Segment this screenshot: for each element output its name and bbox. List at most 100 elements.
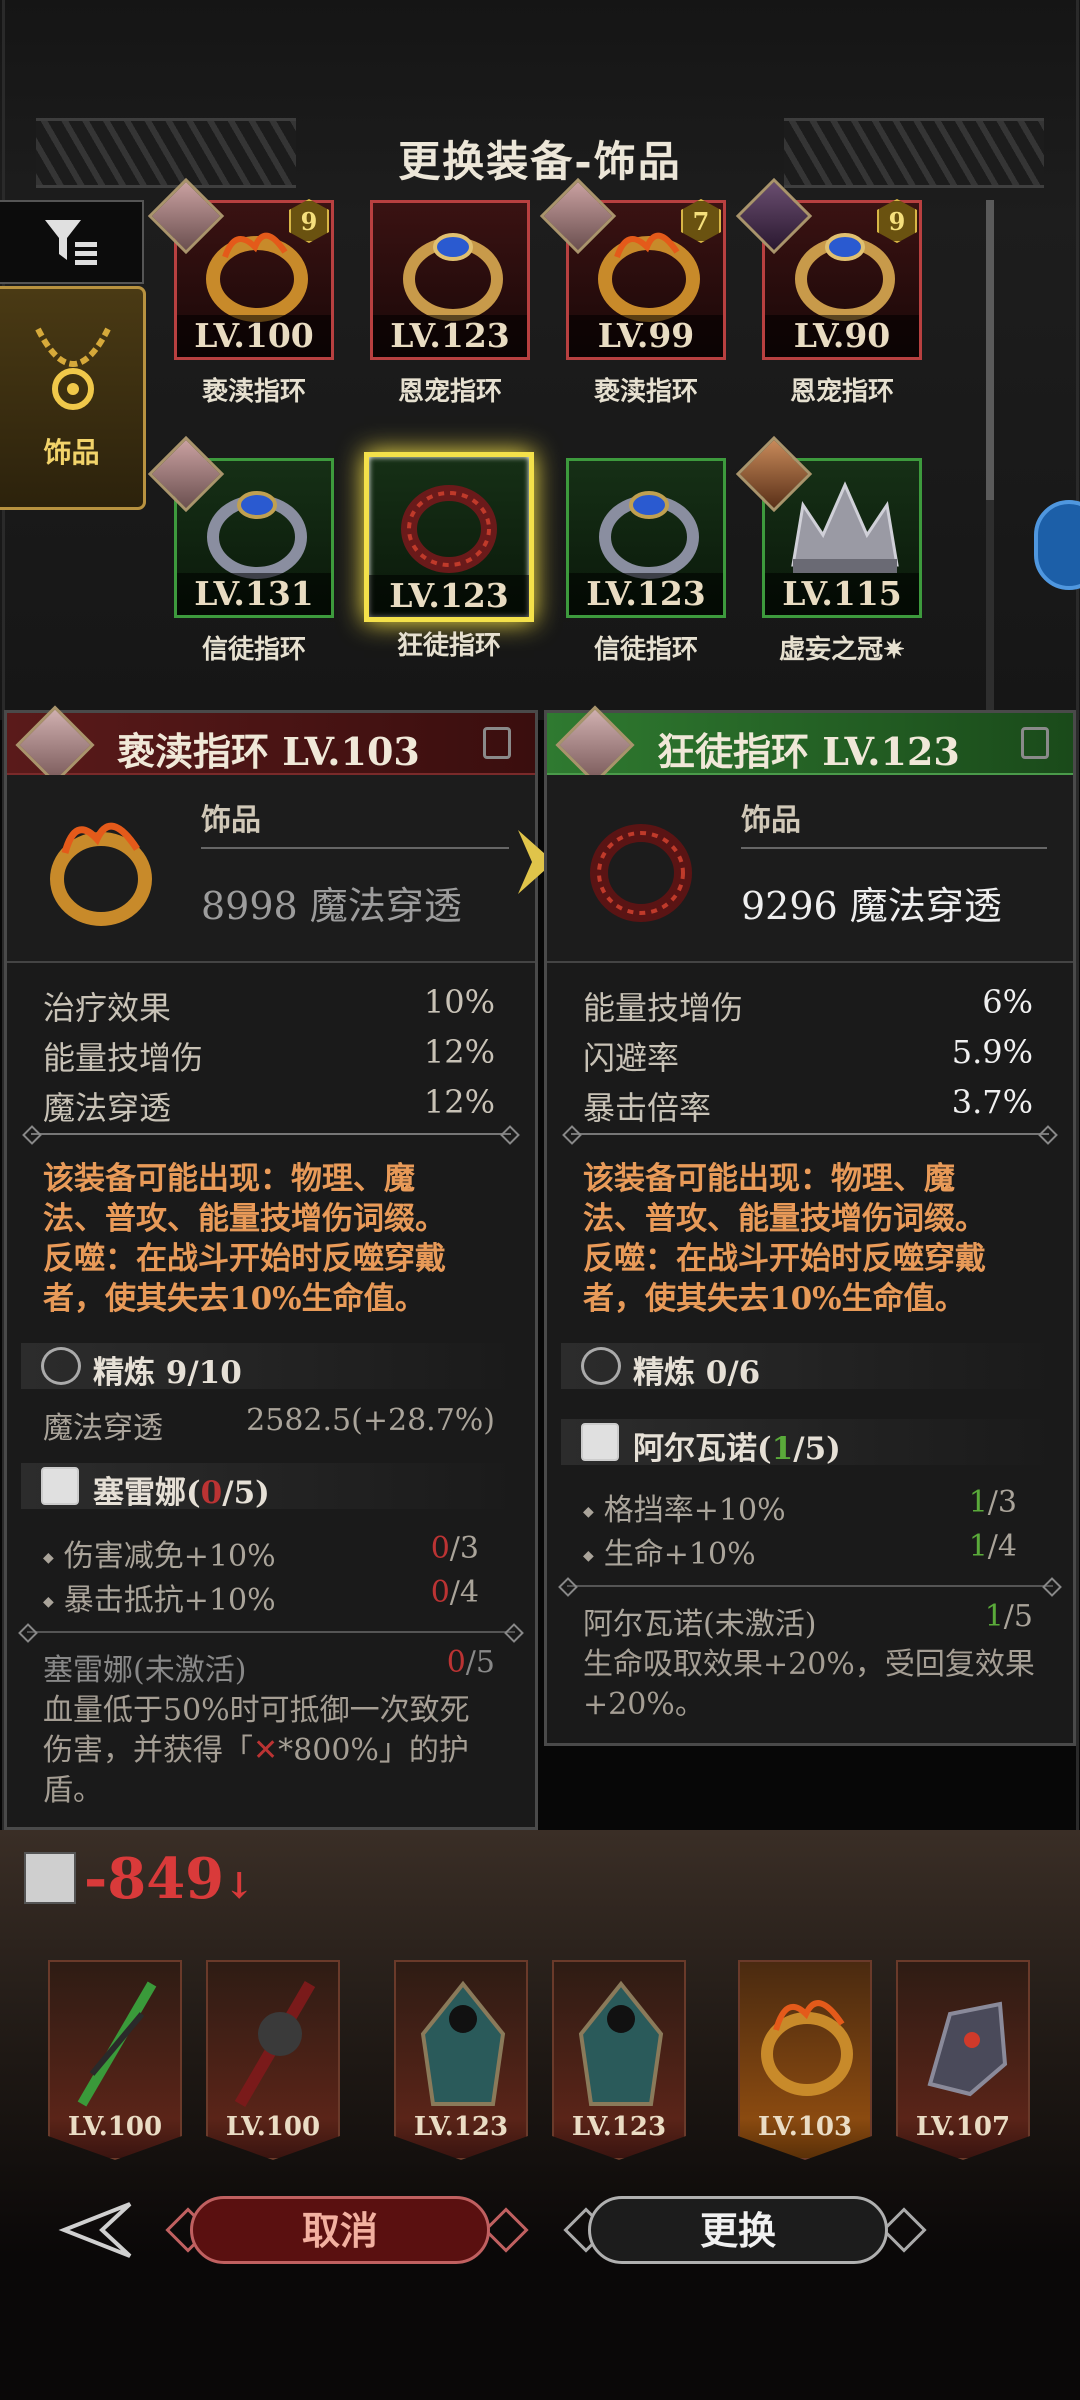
stat-label: 能量技增伤 <box>583 989 744 1027</box>
ring-icon <box>761 2000 853 2096</box>
power-change-number: -849 <box>84 1846 225 1912</box>
inventory-item[interactable]: LV.123 恩宠指环 <box>370 200 530 407</box>
owner-avatar <box>15 705 95 785</box>
set-bonus-label: 暴击抵抗+10% <box>63 1583 276 1618</box>
refine-label: 精炼 9/10 <box>93 1355 242 1391</box>
item-name: 恩宠指环 <box>397 377 502 407</box>
ring-icon <box>207 491 307 579</box>
inventory-item[interactable]: 9 LV.90 恩宠指环 <box>735 177 922 407</box>
inventory-item[interactable]: 9 LV.100 亵渎指环 <box>147 177 334 407</box>
candidate-equipment-title: 狂徒指环 LV.123 <box>657 729 960 774</box>
inventory-item[interactable]: LV.115 虚妄之冠✷ <box>735 435 922 665</box>
equipped-slot-boots[interactable]: LV.107 <box>896 1960 1030 2160</box>
inventory-scrollbar-thumb[interactable] <box>986 200 994 500</box>
stat-row: 治疗效果 10% <box>43 983 495 1029</box>
refine-section-header: 精炼 9/10 <box>21 1343 521 1391</box>
inventory-item[interactable]: LV.131 信徒指环 <box>147 435 334 665</box>
set-effect-line: 盾。 <box>43 1773 103 1808</box>
stat-row: 能量技增伤 12% <box>43 1033 495 1079</box>
inventory-item-selected[interactable]: LV.123 狂徒指环 <box>364 452 534 661</box>
lock-icon[interactable] <box>483 727 511 759</box>
set-bonus-row: 伤害减免+10% 0/3 <box>43 1531 479 1575</box>
set-portrait-icon <box>41 1467 79 1505</box>
power-crown-icon <box>24 1852 76 1904</box>
equipped-level: LV.107 <box>915 2112 1011 2142</box>
desc-line: 反噬：在战斗开始时反噬穿戴 <box>43 1241 446 1277</box>
set-effect-line: +20%。 <box>583 1687 705 1722</box>
set-status-need: /5 <box>1003 1599 1033 1634</box>
stat-value: 12% <box>423 1083 495 1121</box>
set-section-header: 塞雷娜(0/5) <box>21 1463 521 1511</box>
set-effect-line: 伤害，并获得「 <box>43 1733 253 1768</box>
power-change-value: -849↓ <box>84 1846 254 1912</box>
inventory-item[interactable]: 7 LV.99 亵渎指环 <box>539 177 726 407</box>
lock-icon[interactable] <box>1021 727 1049 759</box>
item-name: 恩宠指环 <box>789 377 894 407</box>
desc-line: 法、普攻、能量技增伤词缀。 <box>583 1201 986 1237</box>
stat-label: 能量技增伤 <box>43 1039 204 1077</box>
ring-icon <box>590 824 692 922</box>
divider <box>31 1133 511 1135</box>
item-level: LV.123 <box>373 315 527 357</box>
candidate-equipment-panel: 狂徒指环 LV.123 饰品 9296 魔法穿透 能量技增伤 6% 闪避率 5.9%… <box>544 705 1076 1746</box>
back-button[interactable] <box>56 2200 136 2260</box>
item-level: LV.131 <box>177 573 331 615</box>
replace-button[interactable]: 更换 <box>588 2196 888 2264</box>
set-name: 塞雷娜( <box>93 1475 201 1511</box>
side-floating-button[interactable] <box>1034 500 1080 590</box>
set-bonus-need: /4 <box>987 1529 1017 1564</box>
cancel-button[interactable]: 取消 <box>190 2196 490 2264</box>
set-bonus-row: 格挡率+10% 1/3 <box>583 1485 1017 1529</box>
ring-icon <box>401 485 497 573</box>
necklace-icon <box>35 327 111 410</box>
equipped-slot-armor[interactable]: LV.123 <box>552 1960 686 2160</box>
stat-label: 治疗效果 <box>43 989 172 1027</box>
set-status-row: 阿尔瓦诺(未激活) 1/5 <box>583 1599 1033 1643</box>
item-name: 亵渎指环 <box>201 377 306 407</box>
category-tab-label: 饰品 <box>43 436 100 469</box>
page-title: 更换装备-饰品 <box>398 137 682 186</box>
equipment-description: 该装备可能出现：物理、魔 法、普攻、能量技增伤词缀。 反噬：在战斗开始时反噬穿戴… <box>43 1159 505 1319</box>
inventory-item[interactable]: LV.123 信徒指环 <box>566 458 726 665</box>
set-bonus-have: 1 <box>968 1485 988 1520</box>
item-name: 虚妄之冠✷ <box>779 635 905 665</box>
divider <box>741 847 1047 849</box>
filter-button[interactable] <box>0 200 144 284</box>
filter-icon <box>45 220 97 265</box>
owner-avatar <box>555 705 635 785</box>
main-stat: 9296 魔法穿透 <box>741 884 1002 928</box>
category-tab-accessory[interactable]: 饰品 <box>0 286 146 510</box>
set-bonus-row: 暴击抵抗+10% 0/4 <box>43 1575 479 1619</box>
set-bonus-need: /3 <box>987 1485 1017 1520</box>
item-name: 亵渎指环 <box>593 377 698 407</box>
set-name: 阿尔瓦诺( <box>633 1431 772 1467</box>
ring-icon <box>599 491 699 579</box>
item-level: LV.123 <box>369 575 529 617</box>
stat-label: 暴击倍率 <box>583 1089 712 1127</box>
set-bonus-label: 伤害减免+10% <box>63 1539 276 1574</box>
refine-section-header: 精炼 0/6 <box>561 1343 1059 1391</box>
item-name: 信徒指环 <box>201 635 306 665</box>
item-level: LV.99 <box>569 315 723 357</box>
cross-icon: ✕ <box>253 1733 279 1768</box>
desc-line: 法、普攻、能量技增伤词缀。 <box>43 1201 446 1237</box>
set-bonus-row: 生命+10% 1/4 <box>583 1529 1017 1573</box>
stat-value: 12% <box>423 1033 495 1071</box>
equipped-slot-accessory[interactable]: LV.103 <box>738 1960 872 2160</box>
desc-line: 者，使其失去10%生命值。 <box>583 1281 966 1317</box>
gauntlet-icon <box>927 2001 1008 2097</box>
desc-line: 该装备可能出现：物理、魔 <box>43 1161 415 1197</box>
equipped-slot-offhand[interactable]: LV.100 <box>206 1960 340 2160</box>
equipped-slot-weapon[interactable]: LV.100 <box>48 1960 182 2160</box>
equipped-slot-helmet[interactable]: LV.123 <box>394 1960 528 2160</box>
hood-icon <box>578 1980 664 2106</box>
current-equipment-title: 亵渎指环 LV.103 <box>117 729 420 774</box>
current-equipment-panel: 亵渎指环 LV.103 饰品 8998 魔法穿透 治疗效果 10% 能量技增伤 12… <box>4 705 538 1830</box>
set-status-row: 塞雷娜(未激活) 0/5 <box>43 1645 495 1689</box>
equipment-description: 该装备可能出现：物理、魔 法、普攻、能量技增伤词缀。 反噬：在战斗开始时反噬穿戴… <box>583 1159 1043 1319</box>
set-effect-text: 生命吸取效果+20%，受回复效果 +20%。 <box>583 1645 1043 1725</box>
set-status-have: 1 <box>984 1599 1004 1634</box>
desc-line: 该装备可能出现：物理、魔 <box>583 1161 955 1197</box>
set-count: 0 <box>200 1475 223 1511</box>
main-stat: 8998 魔法穿透 <box>201 884 462 928</box>
